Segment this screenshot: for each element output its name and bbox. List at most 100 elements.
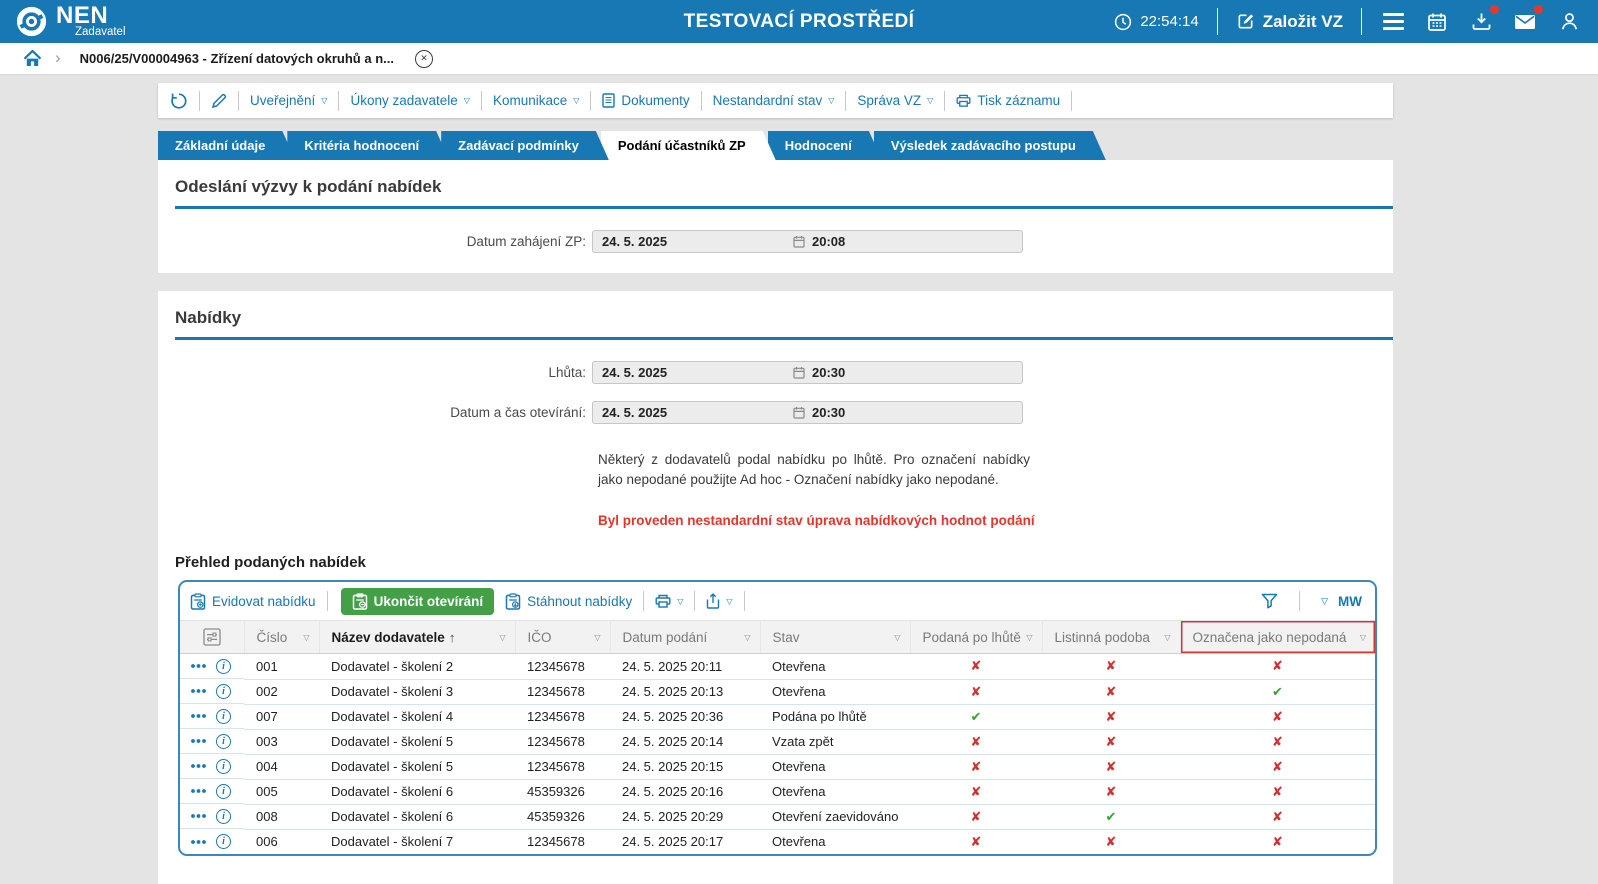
cross-cell: ✘ — [1180, 754, 1375, 780]
calendar-icon[interactable] — [793, 366, 805, 379]
tab-zadavaci-podminky[interactable]: Zadávací podmínky — [441, 131, 609, 160]
row-info-icon[interactable]: i — [216, 708, 231, 724]
calendar-icon[interactable] — [793, 235, 805, 248]
row-info-icon[interactable]: i — [216, 658, 231, 674]
column-header-ico[interactable]: IČO ▽ — [515, 620, 611, 655]
close-tab-icon[interactable]: ✕ — [414, 49, 433, 68]
filter-chevron-icon[interactable]: ▽ — [744, 633, 750, 642]
calendar-button[interactable] — [1424, 9, 1450, 35]
filter-chevron-icon[interactable]: ▽ — [1360, 633, 1366, 642]
filter-chevron-icon[interactable]: ▽ — [499, 633, 505, 642]
tab-kriteria-hodnoceni[interactable]: Kritéria hodnocení — [287, 131, 449, 160]
column-settings-icon[interactable] — [180, 628, 244, 646]
column-header-nazev-dodavatele[interactable]: Název dodavatele ↑ ▽ — [319, 620, 516, 655]
table-row[interactable]: i 001 Dodavatel - školení 2 12345678 24. 5. … — [180, 653, 1375, 680]
tab-podani-ucastniku-zp[interactable]: Podání účastníků ZP — [601, 131, 776, 160]
row-info-icon[interactable]: i — [216, 683, 231, 699]
row-actions-cell: i — [180, 704, 244, 730]
row-info-icon[interactable]: i — [216, 758, 231, 774]
messages-button[interactable] — [1512, 4, 1543, 35]
breadcrumb-item[interactable]: N006/25/V00004963 - Zřízení datových okr… — [80, 51, 394, 66]
start-datetime-field[interactable]: 24. 5. 2025 20:08 — [592, 230, 1023, 253]
column-header-listinna-podoba[interactable]: Listinná podoba ▽ — [1042, 620, 1181, 655]
row-menu-icon[interactable] — [190, 713, 207, 719]
divider — [1299, 591, 1301, 612]
toolbar-label: Úkony zadavatele — [350, 93, 458, 108]
menu-button[interactable] — [1380, 9, 1406, 35]
toolbar-dokumenty[interactable]: Dokumenty — [602, 93, 690, 108]
column-header-datum-podani[interactable]: Datum podání ▽ — [610, 620, 761, 655]
row-info-icon[interactable]: i — [216, 733, 231, 749]
toolbar-ukony-zadavatele[interactable]: Úkony zadavatele ▽ — [350, 93, 469, 108]
table-row[interactable]: i 004 Dodavatel - školení 5 12345678 24. 5. … — [180, 754, 1375, 780]
row-menu-icon[interactable] — [190, 763, 207, 769]
finish-opening-button[interactable]: Ukončit otevírání — [340, 587, 495, 615]
download-offers-button[interactable]: Stáhnout nabídky — [505, 593, 632, 610]
date-value[interactable]: 24. 5. 2025 — [593, 365, 793, 380]
row-menu-icon[interactable] — [190, 813, 207, 819]
downloads-button[interactable] — [1468, 4, 1499, 35]
row-menu-icon[interactable] — [190, 839, 207, 845]
row-menu-icon[interactable] — [190, 738, 207, 744]
toolbar-komunikace[interactable]: Komunikace ▽ — [493, 93, 579, 108]
table-row[interactable]: i 007 Dodavatel - školení 4 12345678 24. 5. … — [180, 704, 1375, 730]
cross-icon: ✘ — [1105, 758, 1117, 774]
download-icon — [1472, 13, 1490, 30]
table-row[interactable]: i 002 Dodavatel - školení 3 12345678 24. 5. … — [180, 679, 1375, 705]
column-header-oznacena-jako-nepodana[interactable]: Označena jako nepodaná ▽ — [1180, 620, 1375, 655]
column-header-podana-po-lhute[interactable]: Podaná po lhůtě ▽ — [910, 620, 1043, 655]
top-bar: NEN Zadavatel TESTOVACÍ PROSTŘEDÍ 22:54:… — [0, 0, 1598, 43]
register-offer-button[interactable]: Evidovat nabídku — [190, 593, 316, 610]
home-icon[interactable] — [23, 50, 42, 67]
table-row[interactable]: i 003 Dodavatel - školení 5 12345678 24. 5. … — [180, 729, 1375, 755]
row-info-icon[interactable]: i — [216, 808, 231, 824]
user-initials[interactable]: MW — [1338, 594, 1362, 609]
time-value[interactable]: 20:08 — [812, 234, 1022, 249]
column-header-stav[interactable]: Stav ▽ — [760, 620, 911, 655]
environment-title: TESTOVACÍ PROSTŘEDÍ — [683, 10, 915, 32]
date-value[interactable]: 24. 5. 2025 — [593, 234, 793, 249]
table-row[interactable]: i 008 Dodavatel - školení 6 45359326 24. 5. … — [180, 804, 1375, 830]
filter-chevron-icon[interactable]: ▽ — [1164, 633, 1170, 642]
chevron-down-icon: ▽ — [463, 96, 470, 105]
time-value[interactable]: 20:30 — [812, 365, 1022, 380]
tab-hodnoceni[interactable]: Hodnocení — [768, 131, 882, 160]
calendar-icon[interactable] — [793, 406, 805, 419]
document-icon — [602, 93, 616, 108]
row-menu-icon[interactable] — [190, 688, 207, 694]
toolbar-nestandardni-stav[interactable]: Nestandardní stav ▽ — [713, 93, 835, 108]
toolbar-tisk-zaznamu[interactable]: Tisk záznamu — [956, 93, 1060, 108]
deadline-datetime-field[interactable]: 24. 5. 2025 20:30 — [592, 361, 1023, 384]
filter-chevron-icon[interactable]: ▽ — [594, 633, 600, 642]
row-info-icon[interactable]: i — [216, 783, 231, 799]
filter-icon[interactable] — [1261, 593, 1278, 609]
toolbar-sprava-vz[interactable]: Správa VZ ▽ — [857, 93, 933, 108]
edit-record-button[interactable] — [211, 93, 227, 109]
nen-logo[interactable]: NEN Zadavatel — [16, 4, 126, 39]
check-icon: ✔ — [1105, 808, 1117, 824]
tab-vysledek-zadavaciho-postupu[interactable]: Výsledek zadávacího postupu — [874, 131, 1106, 160]
column-config-header-cell — [180, 620, 245, 655]
time-value[interactable]: 20:30 — [812, 405, 1022, 420]
chevron-down-icon[interactable]: ▽ — [1321, 597, 1328, 606]
create-vz-button[interactable]: Založit VZ — [1236, 12, 1343, 32]
filter-chevron-icon[interactable]: ▽ — [894, 633, 900, 642]
date-value[interactable]: 24. 5. 2025 — [593, 405, 793, 420]
toolbar-uverejneni[interactable]: Uveřejnění ▽ — [250, 93, 327, 108]
filter-chevron-icon[interactable]: ▽ — [1026, 633, 1032, 642]
profile-button[interactable] — [1556, 9, 1582, 35]
print-table-button[interactable]: ▽ — [655, 594, 683, 609]
tab-zakladni-udaje[interactable]: Základní údaje — [158, 131, 295, 160]
row-menu-icon[interactable] — [190, 663, 207, 669]
opening-datetime-field[interactable]: 24. 5. 2025 20:30 — [592, 401, 1023, 424]
filter-chevron-icon[interactable]: ▽ — [303, 633, 309, 642]
column-header-cislo[interactable]: Číslo ▽ — [244, 620, 320, 655]
download-offers-label: Stáhnout nabídky — [527, 593, 633, 609]
cross-cell: ✘ — [1042, 729, 1180, 755]
table-row[interactable]: i 005 Dodavatel - školení 6 45359326 24. 5. … — [180, 779, 1375, 805]
row-menu-icon[interactable] — [190, 788, 207, 794]
register-offer-label: Evidovat nabídku — [212, 593, 316, 609]
refresh-button[interactable] — [170, 92, 188, 110]
table-row[interactable]: i 006 Dodavatel - školení 7 12345678 24. 5. … — [180, 829, 1375, 854]
export-button[interactable]: ▽ — [706, 593, 733, 609]
